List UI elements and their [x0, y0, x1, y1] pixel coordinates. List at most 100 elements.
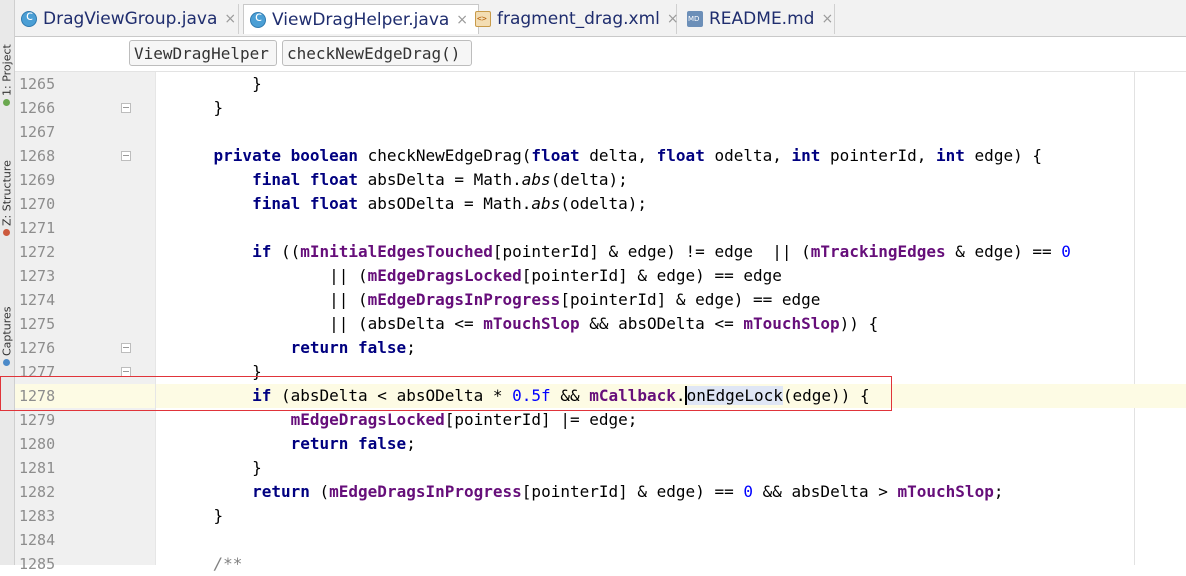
- code-token: || (absDelta <=: [175, 314, 484, 333]
- code-line[interactable]: final float absODelta = Math.abs(odelta)…: [156, 192, 1186, 216]
- code-line[interactable]: final float absDelta = Math.abs(delta);: [156, 168, 1186, 192]
- line-number-text: 1270: [19, 195, 56, 213]
- code-token: pointerId,: [830, 146, 937, 165]
- code-token: && absODelta <=: [579, 314, 744, 333]
- markdown-file-icon: [687, 11, 703, 27]
- code-token: )) {: [839, 314, 879, 333]
- code-token: }: [175, 74, 262, 93]
- tool-window-captures[interactable]: Captures: [1, 270, 14, 366]
- line-number[interactable]: 1283: [15, 504, 155, 528]
- code-line[interactable]: mEdgeDragsLocked[pointerId] |= edge;: [156, 408, 1186, 432]
- close-icon[interactable]: ×: [821, 11, 833, 27]
- code-token: absODelta = Math.: [367, 194, 532, 213]
- code-line[interactable]: }: [156, 72, 1186, 96]
- tool-window-z-structure[interactable]: Z: Structure: [1, 140, 14, 236]
- breadcrumb-method[interactable]: checkNewEdgeDrag(): [282, 40, 472, 66]
- line-number[interactable]: 1269: [15, 168, 155, 192]
- line-number[interactable]: 1268: [15, 144, 155, 168]
- code-line[interactable]: || (absDelta <= mTouchSlop && absODelta …: [156, 312, 1186, 336]
- close-icon[interactable]: ×: [456, 12, 468, 28]
- code-text: if (absDelta < absODelta * 0.5f && mCall…: [175, 384, 870, 408]
- code-line[interactable]: }: [156, 504, 1186, 528]
- line-number[interactable]: 1278: [15, 384, 155, 408]
- line-number[interactable]: 1266: [15, 96, 155, 120]
- close-icon[interactable]: ×: [224, 11, 236, 27]
- code-line[interactable]: if ((mInitialEdgesTouched[pointerId] & e…: [156, 240, 1186, 264]
- line-number-text: 1273: [19, 267, 56, 285]
- line-number[interactable]: 1279: [15, 408, 155, 432]
- code-line[interactable]: }: [156, 456, 1186, 480]
- code-line[interactable]: return false;: [156, 432, 1186, 456]
- line-number[interactable]: 1273: [15, 264, 155, 288]
- line-number[interactable]: 1271: [15, 216, 155, 240]
- fold-marker-icon[interactable]: [121, 103, 131, 113]
- code-line[interactable]: [156, 120, 1186, 144]
- line-number[interactable]: 1280: [15, 432, 155, 456]
- line-number[interactable]: 1277: [15, 360, 155, 384]
- code-line[interactable]: if (absDelta < absODelta * 0.5f && mCall…: [156, 384, 1186, 408]
- tab-dragviewgroup-java[interactable]: DragViewGroup.java ×: [15, 4, 239, 34]
- code-token: mCallback: [589, 386, 676, 405]
- line-number-gutter[interactable]: 1265 1266 1267 1268 1269 1270 1271 1272 1273 1274…: [15, 72, 155, 573]
- line-number-text: 1280: [19, 435, 56, 453]
- line-number[interactable]: 1281: [15, 456, 155, 480]
- line-number[interactable]: 1272: [15, 240, 155, 264]
- code-line[interactable]: || (mEdgeDragsInProgress[pointerId] & ed…: [156, 288, 1186, 312]
- code-line[interactable]: }: [156, 360, 1186, 384]
- line-number[interactable]: 1282: [15, 480, 155, 504]
- line-number-text: 1272: [19, 243, 56, 261]
- code-line[interactable]: return (mEdgeDragsInProgress[pointerId] …: [156, 480, 1186, 504]
- line-number[interactable]: 1285: [15, 552, 155, 576]
- code-line[interactable]: [156, 528, 1186, 552]
- close-icon[interactable]: ×: [667, 11, 679, 27]
- code-token: mTouchSlop: [897, 482, 994, 501]
- code-text: return false;: [175, 432, 416, 456]
- code-text: }: [175, 456, 262, 480]
- line-number-text: 1285: [19, 555, 56, 573]
- tab-fragment-drag-xml[interactable]: fragment_drag.xml ×: [469, 4, 679, 34]
- tab-viewdraghelper-java[interactable]: ViewDragHelper.java ×: [243, 4, 479, 34]
- code-token: final float: [252, 194, 368, 213]
- line-number-text: 1274: [19, 291, 56, 309]
- line-number[interactable]: 1267: [15, 120, 155, 144]
- fold-marker-icon[interactable]: [121, 367, 131, 377]
- line-number[interactable]: 1274: [15, 288, 155, 312]
- code-line[interactable]: }: [156, 96, 1186, 120]
- breadcrumb-class[interactable]: ViewDragHelper: [129, 40, 277, 66]
- line-number[interactable]: 1265: [15, 72, 155, 96]
- code-editor[interactable]: } } private boolean checkNewEdgeDrag(flo…: [156, 72, 1186, 573]
- code-line[interactable]: || (mEdgeDragsLocked[pointerId] & edge) …: [156, 264, 1186, 288]
- line-number-text: 1281: [19, 459, 56, 477]
- code-token: (odelta);: [560, 194, 648, 213]
- line-number[interactable]: 1275: [15, 312, 155, 336]
- code-token: (edge)) {: [782, 386, 870, 405]
- code-token: int: [791, 146, 831, 165]
- fold-marker-icon[interactable]: [121, 151, 131, 161]
- code-line[interactable]: /**: [156, 552, 1186, 576]
- code-text: /**: [175, 552, 243, 576]
- code-line[interactable]: return false;: [156, 336, 1186, 360]
- code-token: }: [175, 362, 262, 381]
- tool-window-1-project[interactable]: 1: Project: [1, 10, 14, 106]
- code-token: 0.5f: [512, 386, 551, 405]
- editor-tab-bar: DragViewGroup.java×ViewDragHelper.java×f…: [15, 0, 1186, 37]
- code-token: & edge) ==: [945, 242, 1062, 261]
- code-token: if: [252, 386, 281, 405]
- code-token: return false: [290, 434, 407, 453]
- line-number[interactable]: 1270: [15, 192, 155, 216]
- line-number[interactable]: 1276: [15, 336, 155, 360]
- tab-readme-md[interactable]: README.md ×: [681, 4, 835, 34]
- code-text: if ((mInitialEdgesTouched[pointerId] & e…: [175, 240, 1071, 264]
- code-line[interactable]: [156, 216, 1186, 240]
- fold-marker-icon[interactable]: [121, 343, 131, 353]
- line-number-text: 1283: [19, 507, 56, 525]
- code-token: mEdgeDragsLocked: [367, 266, 522, 285]
- code-text: return (mEdgeDragsInProgress[pointerId] …: [175, 480, 1003, 504]
- code-line[interactable]: private boolean checkNewEdgeDrag(float d…: [156, 144, 1186, 168]
- xml-file-icon: [475, 11, 491, 27]
- code-text: private boolean checkNewEdgeDrag(float d…: [175, 144, 1042, 168]
- line-number[interactable]: 1284: [15, 528, 155, 552]
